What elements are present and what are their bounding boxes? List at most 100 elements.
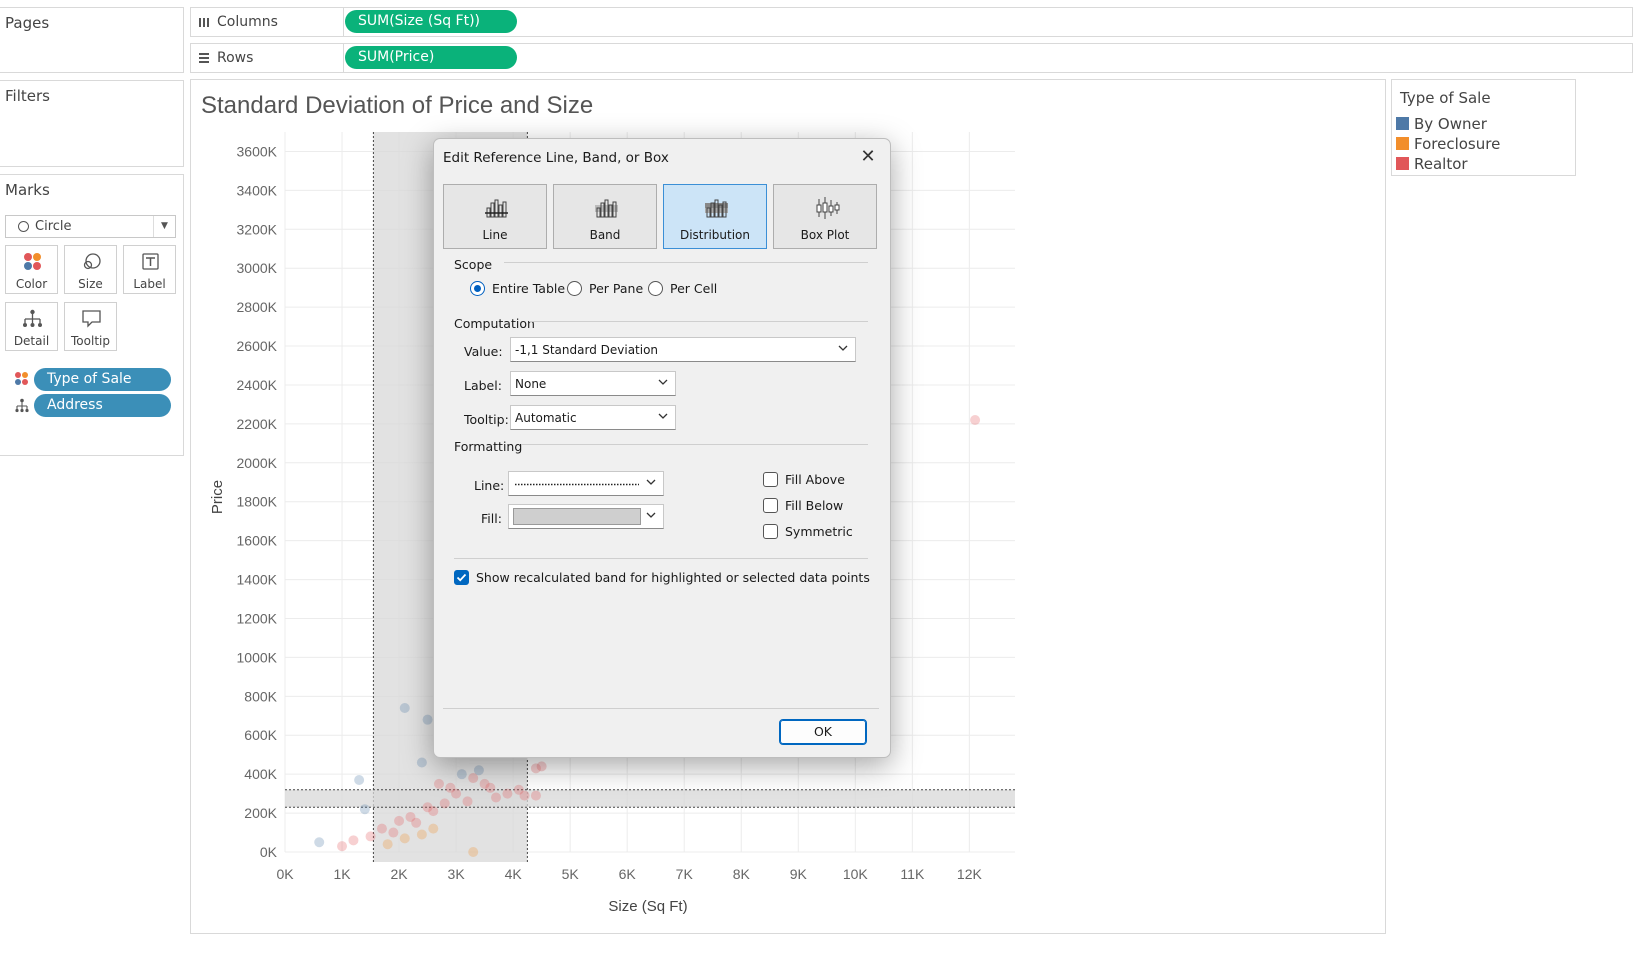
color-button[interactable]: Color <box>5 245 58 294</box>
type-of-sale-legend: Type of Sale By Owner Foreclosure Realto… <box>1391 79 1576 176</box>
ok-button[interactable]: OK <box>779 719 867 745</box>
data-point[interactable] <box>399 833 410 844</box>
data-point[interactable] <box>399 703 410 713</box>
tooltip-dropdown[interactable]: Automatic <box>510 405 676 430</box>
scope-per-cell-label: Per Cell <box>670 281 718 296</box>
data-point[interactable] <box>479 778 490 789</box>
type-of-sale-pill[interactable]: Type of Sale <box>34 368 171 391</box>
y-tick-label: 200K <box>244 805 277 821</box>
data-point[interactable] <box>394 815 405 826</box>
close-icon[interactable]: ✕ <box>858 147 878 167</box>
columns-pill[interactable]: SUM(Size (Sq Ft)) <box>345 10 517 33</box>
marks-title: Marks <box>5 181 50 199</box>
data-point[interactable] <box>354 775 365 785</box>
y-tick-label: 1800K <box>237 494 278 510</box>
legend-label: Foreclosure <box>1414 135 1501 153</box>
data-point[interactable] <box>416 829 427 840</box>
fill-color-swatch <box>513 508 641 525</box>
reference-band-icon <box>595 199 618 218</box>
data-point[interactable] <box>365 831 376 842</box>
detail-label: Detail <box>13 334 50 348</box>
tab-band[interactable]: Band <box>553 184 657 249</box>
data-point[interactable] <box>382 839 393 850</box>
pages-label: Pages <box>5 14 50 32</box>
label-label: Label <box>133 277 166 291</box>
data-point[interactable] <box>422 714 433 725</box>
data-point[interactable] <box>439 798 450 809</box>
size-icon <box>83 253 101 270</box>
data-point[interactable] <box>473 765 484 776</box>
data-point[interactable] <box>411 817 422 828</box>
formatting-divider <box>522 444 868 445</box>
detail-icon <box>23 309 42 327</box>
tab-box-plot[interactable]: Box Plot <box>773 184 877 249</box>
data-point[interactable] <box>337 841 348 852</box>
data-point[interactable] <box>530 790 541 801</box>
filters-shelf[interactable]: Filters <box>0 80 184 167</box>
y-tick-label: 3200K <box>237 221 278 237</box>
checkbox-box <box>763 498 778 513</box>
data-point[interactable] <box>348 835 359 846</box>
chevron-down-icon <box>838 345 848 351</box>
line-style-dropdown[interactable] <box>508 471 664 496</box>
pages-shelf[interactable]: Pages <box>0 7 184 73</box>
y-tick-label: 2600K <box>237 338 278 354</box>
y-tick-label: 1600K <box>237 533 278 549</box>
marks-card: Marks Circle ▼ Color Size Label Detail T… <box>0 174 184 456</box>
circle-icon <box>18 221 29 232</box>
tab-line-label: Line <box>482 228 508 242</box>
checkbox-box <box>763 472 778 487</box>
data-point[interactable] <box>502 788 513 799</box>
scope-per-pane-label: Per Pane <box>589 281 644 296</box>
data-point[interactable] <box>388 827 399 838</box>
data-point[interactable] <box>530 763 541 774</box>
checkbox-box <box>763 524 778 539</box>
rows-icon <box>199 53 209 63</box>
data-point[interactable] <box>428 823 439 834</box>
data-point[interactable] <box>416 757 427 768</box>
value-dropdown[interactable]: -1,1 Standard Deviation <box>510 337 856 362</box>
y-axis-label: Price <box>209 480 226 514</box>
data-point[interactable] <box>491 792 502 803</box>
rows-shelf[interactable]: Rows SUM(Price) <box>190 43 1633 73</box>
legend-label: By Owner <box>1414 115 1487 133</box>
shelf-divider <box>343 44 344 72</box>
legend-title: Type of Sale <box>1400 89 1491 107</box>
mark-type-dropdown[interactable]: Circle ▼ <box>5 215 176 238</box>
x-tick-label: 9K <box>790 866 808 882</box>
y-tick-label: 2200K <box>237 416 278 432</box>
scope-entire-table-label: Entire Table <box>492 281 566 296</box>
x-tick-label: 11K <box>900 866 925 882</box>
rows-pill[interactable]: SUM(Price) <box>345 46 517 69</box>
data-point[interactable] <box>376 823 387 834</box>
data-point[interactable] <box>970 415 981 425</box>
x-tick-label: 3K <box>448 866 466 882</box>
data-point[interactable] <box>428 806 439 817</box>
tooltip-label: Tooltip <box>71 334 110 348</box>
data-point[interactable] <box>445 782 456 793</box>
label-selected: None <box>515 377 547 391</box>
data-point[interactable] <box>456 769 467 780</box>
label-dropdown[interactable]: None <box>510 371 676 396</box>
data-point[interactable] <box>513 784 524 795</box>
data-point[interactable] <box>462 796 473 807</box>
tab-distribution[interactable]: Distribution <box>663 184 767 249</box>
address-pill[interactable]: Address <box>34 394 171 417</box>
fill-color-dropdown[interactable] <box>508 504 664 529</box>
edit-reference-dialog: Edit Reference Line, Band, or Box ✕ Line… <box>433 138 891 758</box>
data-point[interactable] <box>468 847 479 857</box>
data-point[interactable] <box>433 778 444 789</box>
y-tick-label: 1400K <box>237 572 278 588</box>
tab-line[interactable]: Line <box>443 184 547 249</box>
chevron-down-icon <box>646 512 656 518</box>
data-point[interactable] <box>359 804 370 815</box>
detail-button[interactable]: Detail <box>5 302 58 351</box>
y-tick-label: 2000K <box>237 455 278 471</box>
columns-label: Columns <box>217 14 278 30</box>
label-button[interactable]: Label <box>123 245 176 294</box>
data-point[interactable] <box>314 837 325 848</box>
tooltip-button[interactable]: Tooltip <box>64 302 117 351</box>
y-tick-label: 0K <box>260 844 278 860</box>
size-button[interactable]: Size <box>64 245 117 294</box>
columns-shelf[interactable]: Columns SUM(Size (Sq Ft)) <box>190 7 1633 37</box>
